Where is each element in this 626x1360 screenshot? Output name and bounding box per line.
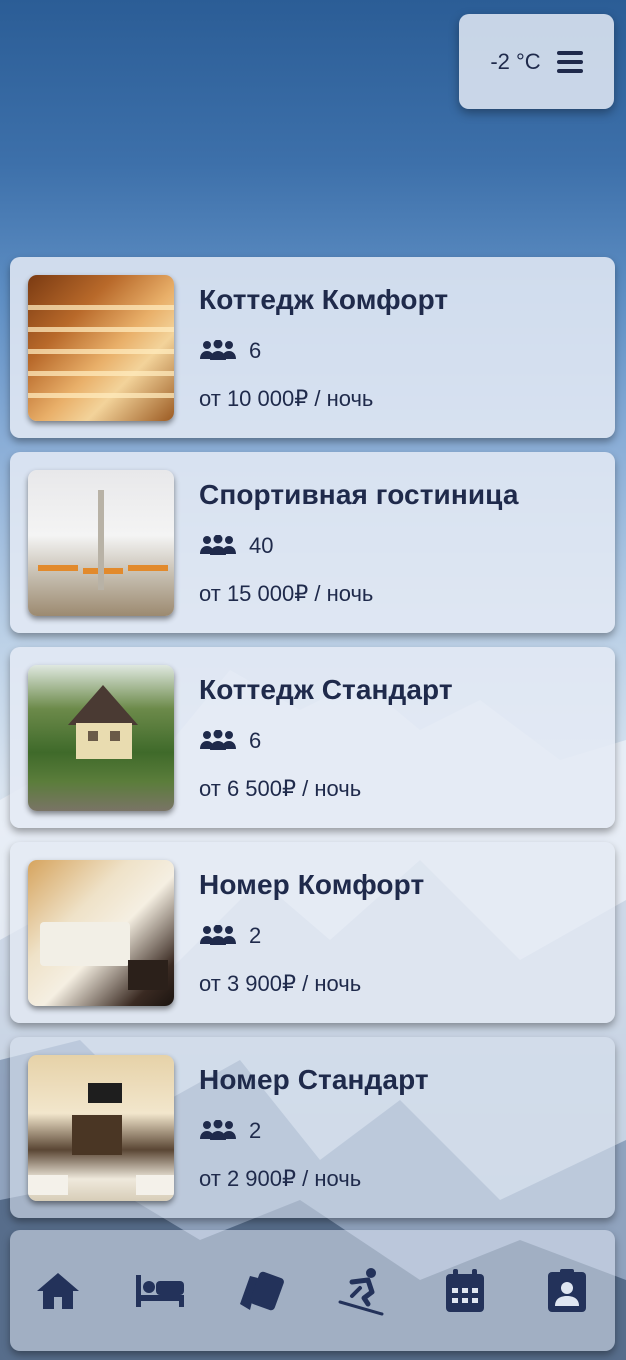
guest-count: 6 xyxy=(249,337,262,363)
listing-card[interactable]: Спортивная гостиница 40 от 15 000₽ / ноч… xyxy=(10,452,615,633)
listing-photo xyxy=(28,274,174,421)
users-icon xyxy=(200,534,236,555)
nav-ski[interactable] xyxy=(337,1265,389,1317)
listing-title: Спортивная гостиница xyxy=(199,478,519,510)
ski-pass-cards-icon xyxy=(239,1271,284,1310)
listing-price: от 2 900₽ / ночь xyxy=(199,1165,362,1191)
listing-card[interactable]: Номер Комфорт 2 от 3 900₽ / ночь xyxy=(10,842,615,1023)
listing-card[interactable]: Коттедж Комфорт 6 от 10 000₽ / ночь xyxy=(10,257,615,438)
users-icon xyxy=(200,1119,236,1140)
nav-accommodation[interactable] xyxy=(134,1265,186,1317)
listing-price: от 3 900₽ / ночь xyxy=(199,970,362,996)
listing-price: от 10 000₽ / ночь xyxy=(199,385,374,411)
guest-count: 40 xyxy=(249,532,274,558)
guest-count: 6 xyxy=(249,727,262,753)
temperature-text: -2 °C xyxy=(490,48,541,74)
listing-card[interactable]: Номер Стандарт 2 от 2 900₽ / ночь xyxy=(10,1037,615,1218)
listing-price: от 15 000₽ / ночь xyxy=(199,580,374,606)
calendar-icon xyxy=(446,1268,485,1312)
nav-ski-passes[interactable] xyxy=(236,1265,288,1317)
guest-capacity: 2 xyxy=(199,923,424,949)
listing-title: Коттедж Комфорт xyxy=(199,283,449,315)
home-icon xyxy=(37,1272,79,1309)
guest-capacity: 6 xyxy=(199,338,448,364)
listing-photo xyxy=(28,859,174,1006)
accommodation-list: Коттедж Комфорт 6 от 10 000₽ / ночь Спор… xyxy=(10,257,615,1232)
guest-capacity: 6 xyxy=(199,728,453,754)
users-icon xyxy=(200,924,236,945)
listing-title: Номер Комфорт xyxy=(199,868,425,900)
listing-price: от 6 500₽ / ночь xyxy=(199,775,362,801)
bars-icon[interactable] xyxy=(556,50,583,73)
listing-photo xyxy=(28,1054,174,1201)
listing-title: Номер Стандарт xyxy=(199,1063,429,1095)
bed-icon xyxy=(135,1274,184,1307)
skier-icon xyxy=(338,1267,384,1315)
weather-widget: -2 °C xyxy=(459,14,614,109)
guest-capacity: 40 xyxy=(199,533,519,559)
listing-photo xyxy=(28,664,174,811)
contact-badge-icon xyxy=(547,1268,586,1312)
guest-count: 2 xyxy=(249,1117,262,1143)
users-icon xyxy=(200,729,236,750)
guest-count: 2 xyxy=(249,922,262,948)
guest-capacity: 2 xyxy=(199,1118,429,1144)
listing-photo xyxy=(28,469,174,616)
listing-title: Коттедж Стандарт xyxy=(199,673,453,705)
users-icon xyxy=(200,339,236,360)
bottom-navigation xyxy=(10,1230,615,1351)
nav-home[interactable] xyxy=(32,1265,84,1317)
nav-contacts[interactable] xyxy=(541,1265,593,1317)
nav-calendar[interactable] xyxy=(439,1265,491,1317)
listing-card[interactable]: Коттедж Стандарт 6 от 6 500₽ / ночь xyxy=(10,647,615,828)
